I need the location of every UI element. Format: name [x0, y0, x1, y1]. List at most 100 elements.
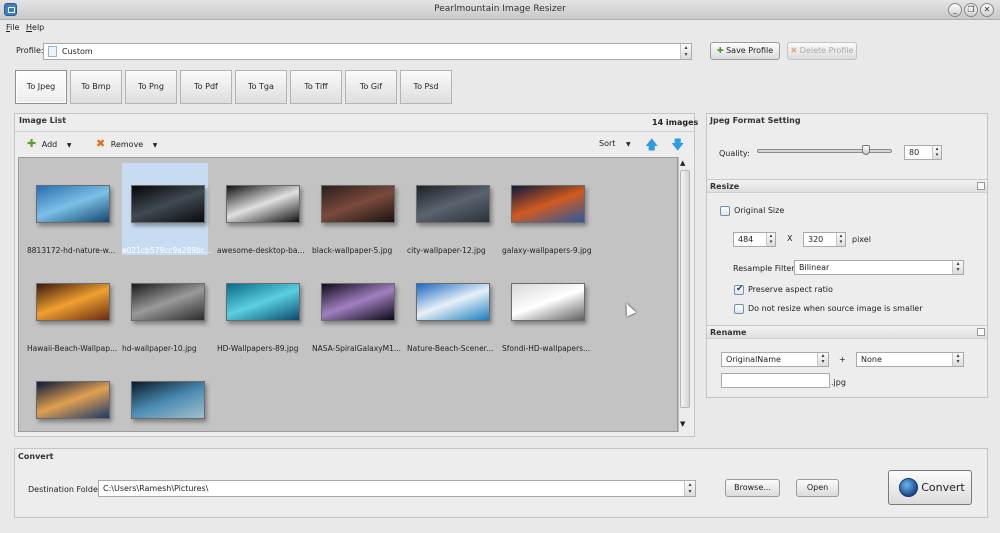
original-size-checkbox[interactable] [720, 206, 730, 216]
chevron-up-icon[interactable]: ▲ [680, 159, 685, 167]
thumbnail-item[interactable]: galaxy-wallpapers-9.jpg [502, 163, 592, 255]
thumbnail-item[interactable]: Sfondi-HD-wallpapers... [502, 261, 590, 353]
thumbnail-image [131, 283, 205, 321]
thumbnail-image [511, 283, 585, 321]
scrollbar[interactable]: ▲ ▼ [678, 157, 690, 432]
rename-suffix-select[interactable]: None ▴ ▾ [856, 352, 964, 367]
thumbnail-label: awesome-desktop-ba... [217, 246, 305, 255]
thumbnail-item[interactable] [122, 359, 208, 431]
delete-icon: ✖ [790, 46, 798, 55]
tab-to-pdf[interactable]: To Pdf [180, 70, 232, 104]
play-icon [899, 478, 918, 497]
minimize-button[interactable]: _ [948, 3, 962, 17]
chevron-down-icon: ▴ ▾ [952, 261, 963, 274]
thumbnail-item[interactable]: e021cb579cc9a289bc... [122, 163, 212, 255]
thumbnail-item[interactable]: NASA-SpiralGalaxyM1... [312, 261, 401, 353]
chevron-down-icon: ▼ [66, 142, 72, 149]
scrollbar-thumb[interactable] [680, 170, 690, 408]
thumbnail-label: hd-wallpaper-10.jpg [122, 344, 197, 353]
convert-button[interactable]: Convert [888, 470, 972, 505]
open-button[interactable]: Open [796, 479, 839, 497]
tab-to-tga[interactable]: To Tga [235, 70, 287, 104]
browse-button[interactable]: Browse... [725, 479, 780, 497]
thumbnail-image [511, 185, 585, 223]
thumbnail-label: Hawaii-Beach-Wallpap... [27, 344, 118, 353]
thumbnail-item[interactable]: 8813172-hd-nature-w... [27, 163, 115, 255]
resize-section-header[interactable]: Resize [707, 179, 987, 193]
profile-value: Custom [62, 47, 93, 56]
divider [15, 131, 694, 132]
height-input[interactable]: 320 ▴ ▾ [803, 232, 846, 247]
restore-button[interactable]: ❐ [964, 3, 978, 17]
move-up-icon[interactable]: 🡅 [645, 136, 658, 158]
collapse-icon[interactable] [977, 182, 985, 190]
collapse-icon[interactable] [977, 328, 985, 336]
resample-filter-label: Resample Filter: [733, 264, 798, 273]
move-down-icon[interactable]: 🡇 [671, 136, 684, 158]
chevron-down-icon: ▴ ▾ [680, 44, 691, 59]
rename-pattern-select[interactable]: OriginalName ▴ ▾ [721, 352, 829, 367]
chevron-down-icon: ▼ [625, 141, 631, 148]
thumbnail-item[interactable]: HD-Wallpapers-89.jpg [217, 261, 303, 353]
thumbnail-item[interactable]: hd-wallpaper-10.jpg [122, 261, 208, 353]
menu-help[interactable]: Help [26, 23, 44, 32]
thumbnail-image [416, 283, 490, 321]
plus-label: + [839, 355, 846, 364]
chevron-down-icon[interactable]: ▼ [680, 420, 685, 428]
rename-text-input[interactable] [721, 373, 830, 388]
destination-folder-input[interactable]: C:\Users\Ramesh\Pictures\ ▴ ▾ [98, 480, 696, 497]
thumbnail-item[interactable]: city-wallpaper-12.jpg [407, 163, 493, 255]
unit-label: pixel [852, 235, 871, 244]
spinner-icon[interactable]: ▴ ▾ [766, 233, 775, 246]
profile-label: Profile: [16, 46, 44, 55]
no-resize-label: Do not resize when source image is small… [748, 304, 923, 313]
spinner-icon[interactable]: ▴ ▾ [836, 233, 845, 246]
thumbnail-item[interactable]: Nature-Beach-Scener... [407, 261, 493, 353]
resample-filter-select[interactable]: Bilinear ▴ ▾ [794, 260, 964, 275]
no-resize-checkbox[interactable] [734, 304, 744, 314]
thumbnail-item[interactable]: Hawaii-Beach-Wallpap... [27, 261, 117, 353]
delete-profile-button[interactable]: ✖ Delete Profile [787, 42, 857, 60]
thumbnail-image [36, 185, 110, 223]
thumbnail-image [131, 185, 205, 223]
thumbnail-item[interactable] [27, 359, 113, 431]
tab-to-jpeg[interactable]: To Jpeg [15, 70, 67, 104]
save-profile-button[interactable]: ✚ Save Profile [710, 42, 780, 60]
tab-to-psd[interactable]: To Psd [400, 70, 452, 104]
thumbnail-label: Sfondi-HD-wallpapers... [502, 344, 591, 353]
menu-bar [0, 20, 1000, 37]
window-title: Pearlmountain Image Resizer [434, 4, 566, 14]
rename-section-header[interactable]: Rename [707, 325, 987, 339]
tab-to-png[interactable]: To Png [125, 70, 177, 104]
thumbnail-item[interactable]: black-wallpaper-5.jpg [312, 163, 398, 255]
quality-slider[interactable] [757, 149, 892, 153]
thumbnail-image [36, 283, 110, 321]
spinner-icon[interactable]: ▴ ▾ [932, 146, 941, 159]
chevron-down-icon: ▴ ▾ [684, 481, 695, 496]
image-grid[interactable]: 8813172-hd-nature-w... e021cb579cc9a289bc… [18, 157, 678, 432]
plus-icon: ✚ [716, 46, 724, 55]
menu-file[interactable]: File [6, 23, 19, 32]
remove-button[interactable]: ✖ Remove ▼ [96, 137, 157, 150]
width-input[interactable]: 484 ▴ ▾ [733, 232, 776, 247]
tab-to-gif[interactable]: To Gif [345, 70, 397, 104]
profile-select[interactable]: Custom ▴ ▾ [43, 43, 692, 60]
thumbnail-label: NASA-SpiralGalaxyM1... [312, 344, 402, 353]
quality-slider-handle[interactable] [861, 145, 870, 155]
add-button[interactable]: ✚ Add ▼ [27, 137, 71, 150]
thumbnail-image [226, 283, 300, 321]
quality-input[interactable]: 80 ▴ ▾ [904, 145, 942, 160]
tab-to-bmp[interactable]: To Bmp [70, 70, 122, 104]
preserve-aspect-label: Preserve aspect ratio [748, 285, 833, 294]
extension-label: .jpg [831, 378, 846, 387]
tab-to-tiff[interactable]: To Tiff [290, 70, 342, 104]
chevron-down-icon: ▴ ▾ [817, 353, 828, 366]
thumbnail-item[interactable]: awesome-desktop-ba... [217, 163, 305, 255]
quality-label: Quality: [719, 149, 750, 158]
thumbnail-label: 8813172-hd-nature-w... [27, 246, 116, 255]
thumbnail-image [131, 381, 205, 419]
sort-button[interactable]: Sort ▼ [599, 139, 631, 148]
close-button[interactable]: ✕ [980, 3, 994, 17]
preserve-aspect-checkbox[interactable] [734, 284, 744, 295]
thumbnail-label: black-wallpaper-5.jpg [312, 246, 393, 255]
